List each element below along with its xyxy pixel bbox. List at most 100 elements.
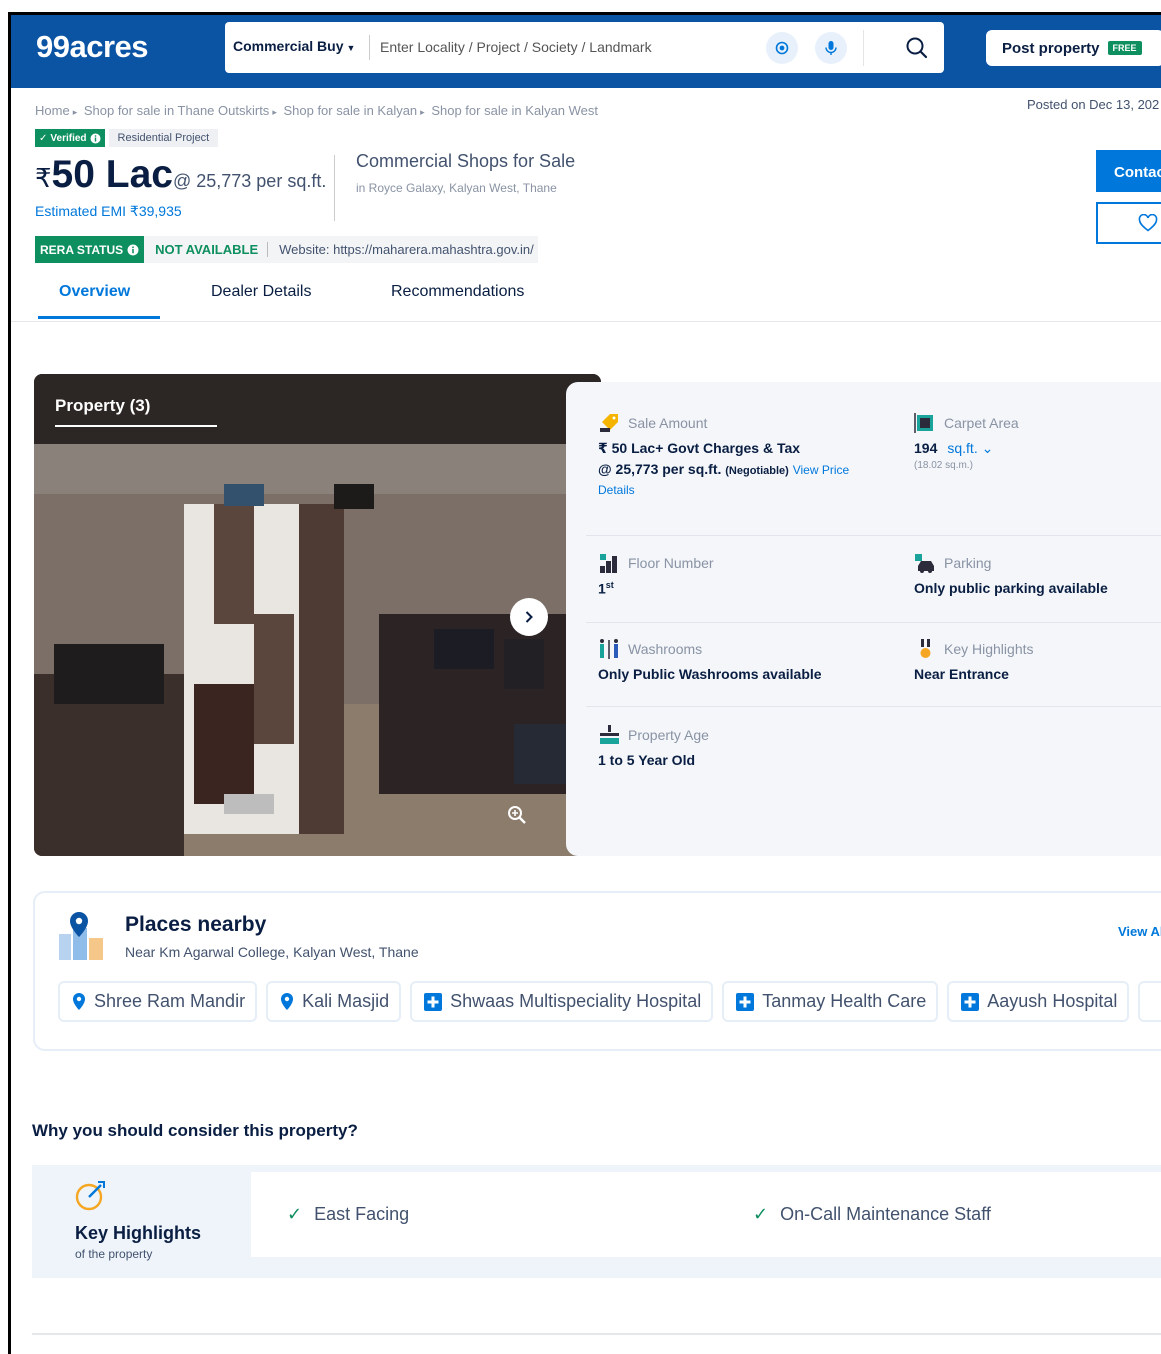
why-consider-heading: Why you should consider this property? — [32, 1121, 358, 1140]
breadcrumb-home[interactable]: Home — [35, 103, 70, 118]
contact-button[interactable]: Contac — [1096, 150, 1161, 192]
check-icon: ✓ — [287, 1204, 303, 1224]
washrooms-label-row: Washrooms — [598, 638, 822, 660]
gallery-title: Property (3) — [55, 396, 151, 415]
page-frame: 99acres Commercial Buy▼ Post property FR… — [8, 12, 1161, 1354]
key-highlights-label: Key Highlights — [944, 641, 1034, 657]
floor-number-value-row: 1st — [598, 580, 714, 597]
hospital-icon — [961, 992, 980, 1011]
post-property-button[interactable]: Post property FREE — [986, 30, 1161, 66]
price-tag-icon — [600, 414, 618, 432]
estimated-emi-link[interactable]: Estimated EMI ₹39,935 — [35, 203, 182, 220]
key-highlights-label-row: Key Highlights — [914, 638, 1034, 660]
divider — [369, 35, 370, 60]
section-tabs: Overview Dealer Details Recommendations — [11, 277, 1161, 322]
shortlist-button[interactable] — [1096, 202, 1161, 244]
tab-recommendations[interactable]: Recommendations — [391, 283, 524, 301]
top-navbar: 99acres Commercial Buy▼ Post property FR… — [11, 15, 1161, 88]
hospital-icon — [424, 992, 443, 1011]
place-chip[interactable]: Kali Masjid — [266, 981, 402, 1022]
breadcrumb-kalyan-west[interactable]: Shop for sale in Kalyan West — [431, 103, 598, 118]
post-property-label: Post property — [1002, 39, 1100, 57]
place-chip[interactable]: Shree Ram Mandir — [58, 981, 258, 1022]
gallery-title-underline — [55, 425, 217, 427]
floor-number: Floor Number 1st — [598, 552, 714, 597]
rera-status-value: NOT AVAILABLE — [144, 242, 269, 257]
places-nearby-section: Places nearby Near Km Agarwal College, K… — [33, 891, 1161, 1051]
place-chip[interactable]: Aayush Hospital — [947, 981, 1130, 1022]
tab-overview[interactable]: Overview — [59, 283, 130, 301]
search-type-dropdown[interactable]: Commercial Buy ▼ — [233, 38, 355, 54]
zoom-in-button[interactable] — [506, 804, 528, 831]
breadcrumb-thane-outskirts[interactable]: Shop for sale in Thane Outskirts — [84, 103, 269, 118]
info-icon[interactable] — [127, 244, 139, 256]
property-title: Commercial Shops for Sale — [356, 151, 576, 171]
divider — [863, 30, 864, 66]
breadcrumb-kalyan[interactable]: Shop for sale in Kalyan — [283, 103, 417, 118]
location-pin-icon — [73, 993, 85, 1010]
search-button[interactable] — [902, 33, 932, 63]
property-details-card: Sale Amount ₹ 50 Lac+ Govt Charges & Tax… — [566, 382, 1161, 856]
free-badge: FREE — [1107, 41, 1142, 55]
key-highlights-value: Near Entrance — [914, 666, 1009, 682]
price-per-sqft: @ 25,773 per sq.ft. — [172, 171, 327, 191]
highlight-label: East Facing — [314, 1204, 410, 1224]
project-type-badge: Residential Project — [108, 129, 219, 147]
tab-dealer-details[interactable]: Dealer Details — [211, 283, 311, 301]
floor-number-label: Floor Number — [628, 555, 714, 571]
chevron-down-icon: ▼ — [346, 43, 356, 53]
breadcrumb-separator: ▸ — [72, 107, 78, 117]
sale-amount-label-row: Sale Amount — [598, 412, 849, 434]
place-chip-label: Shwaas Multispeciality Hospital — [450, 991, 702, 1011]
search-type-label: Commercial Buy — [233, 38, 344, 54]
area-unit-selector[interactable]: sq.ft. ⌄ — [947, 440, 993, 456]
verified-label: Verified — [50, 132, 87, 144]
search-bar: Commercial Buy ▼ — [225, 22, 944, 73]
place-chip[interactable]: Shwaas Multispeciality Hospital — [410, 981, 714, 1022]
verified-badge: ✓ Verified — [35, 129, 105, 147]
building-age-icon — [600, 725, 619, 744]
washrooms-value: Only Public Washrooms available — [598, 666, 822, 682]
rera-status-badge: RERA STATUS — [35, 236, 145, 263]
next-photo-button[interactable] — [510, 598, 548, 636]
property-age-value: 1 to 5 Year Old — [598, 752, 696, 768]
key-highlights-subtitle: of the property — [75, 1247, 153, 1261]
divider — [32, 1333, 1161, 1335]
negotiable-label: (Negotiable) — [725, 465, 789, 477]
key-highlights-title: Key Highlights — [75, 1223, 202, 1243]
rera-status-label: RERA STATUS — [40, 242, 124, 257]
medal-icon — [920, 639, 931, 658]
floor-number-suffix: st — [605, 580, 614, 590]
chevron-right-icon — [525, 611, 533, 623]
voice-search-button[interactable] — [815, 32, 847, 64]
location-pin-icon — [281, 993, 294, 1010]
active-tab-indicator — [38, 316, 160, 319]
sale-rate: @ 25,773 per sq.ft. — [598, 461, 722, 477]
target-icon — [775, 41, 789, 55]
carpet-area-value: 194 — [914, 440, 938, 456]
site-logo[interactable]: 99acres — [36, 29, 149, 65]
place-chip-label: Kali Masjid — [302, 991, 390, 1011]
property-photo-gallery[interactable]: Property (3) — [34, 374, 601, 856]
search-input[interactable] — [380, 32, 760, 62]
locate-me-button[interactable] — [766, 32, 798, 64]
property-age-label-row: Property Age — [598, 724, 709, 746]
place-chip[interactable] — [1138, 981, 1161, 1022]
currency-symbol: ₹ — [35, 163, 52, 193]
view-price-details-link[interactable]: Details — [598, 483, 849, 497]
place-chip[interactable]: Tanmay Health Care — [722, 981, 939, 1022]
parking-label-row: Parking — [914, 552, 1108, 574]
view-all-places-link[interactable]: View Al — [1118, 924, 1161, 939]
place-chip-label: Shree Ram Mandir — [94, 991, 246, 1011]
car-icon — [915, 554, 934, 573]
city-location-icon — [59, 912, 103, 960]
highlight-label: On-Call Maintenance Staff — [780, 1204, 991, 1224]
rera-info: RERA STATUS NOT AVAILABLE Website: https… — [35, 236, 538, 263]
parking-label: Parking — [944, 555, 992, 571]
info-icon[interactable] — [90, 133, 101, 144]
listing-badges: ✓ Verified Residential Project — [35, 129, 219, 147]
rera-website: Website: https://maharera.mahashtra.gov.… — [279, 242, 534, 257]
check-icon: ✓ — [39, 132, 48, 144]
view-price-link[interactable]: View Price — [793, 463, 849, 477]
parking-value: Only public parking available — [914, 580, 1108, 596]
